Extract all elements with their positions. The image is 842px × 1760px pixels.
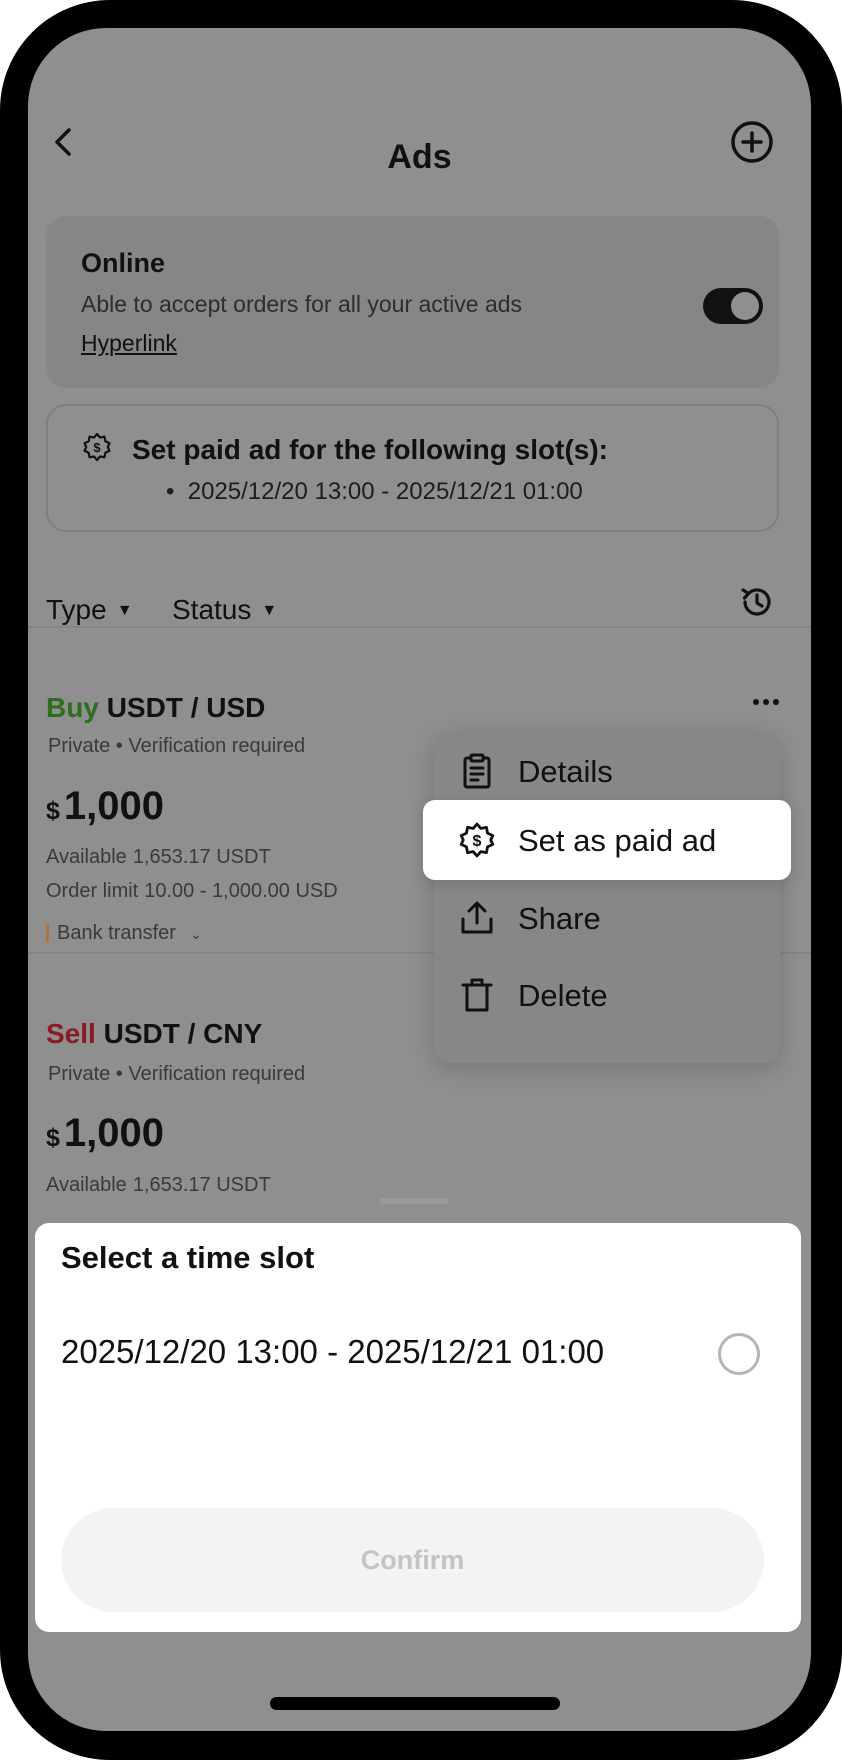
divider (28, 626, 811, 628)
ad-price: $1,000 (46, 784, 164, 829)
history-icon (741, 588, 771, 616)
caret-down-icon: ▼ (261, 602, 278, 619)
order-limit-value: 10.00 - 1,000.00 USD (144, 880, 338, 902)
ad-pair-title: Sell USDT / CNY (46, 1018, 262, 1050)
sheet-grabber[interactable] (380, 1198, 448, 1204)
paid-ad-title: Set paid ad for the following slot(s): (132, 434, 608, 465)
history-button[interactable] (737, 582, 777, 622)
add-ad-button[interactable] (728, 118, 776, 166)
payment-method-label: Bank transfer (57, 922, 176, 944)
ad-context-menu: Details $ Set as paid ad Share Delete (423, 732, 791, 1063)
paid-ad-slot: • 2025/12/20 13:00 - 2025/12/21 01:00 (166, 478, 583, 505)
share-icon (461, 901, 493, 934)
svg-text:$: $ (473, 833, 482, 850)
svg-text:$: $ (93, 440, 101, 455)
more-options-button[interactable] (746, 688, 786, 716)
more-horizontal-icon (753, 699, 779, 705)
payment-marker (46, 924, 49, 942)
menu-item-delete[interactable]: Delete (434, 963, 780, 1027)
paid-ad-slot-text: 2025/12/20 13:00 - 2025/12/21 01:00 (187, 478, 583, 505)
caret-down-icon: ▼ (116, 602, 133, 619)
paid-ad-notice: $ Set paid ad for the following slot(s):… (46, 404, 779, 532)
ad-available: Available 1,653.17 USDT (46, 1174, 271, 1197)
phone-frame: Ads Online Able to accept orders for all… (0, 0, 842, 1760)
menu-item-set-paid-ad[interactable]: $ Set as paid ad (423, 800, 791, 880)
ad-pair: USDT / USD (106, 692, 266, 723)
status-filter-label: Status (172, 594, 252, 625)
time-slot-option[interactable]: 2025/12/20 13:00 - 2025/12/21 01:00 (35, 1313, 801, 1393)
available-label: Available (46, 846, 127, 868)
type-filter[interactable]: Type ▼ (46, 594, 133, 626)
toggle-knob (731, 292, 759, 320)
time-slot-sheet: Select a time slot 2025/12/20 13:00 - 20… (35, 1223, 801, 1632)
menu-item-label: Details (518, 754, 613, 789)
ad-meta: Private • Verification required (48, 1063, 306, 1085)
ad-side-sell: Sell (46, 1018, 96, 1049)
type-filter-label: Type (46, 594, 107, 625)
menu-item-label: Share (518, 901, 601, 936)
dollar-badge-icon: $ (83, 432, 111, 462)
status-filter[interactable]: Status ▼ (172, 594, 277, 626)
online-hyperlink[interactable]: Hyperlink (81, 330, 177, 357)
ad-price-value: 1,000 (63, 784, 165, 828)
ad-pair-title: Buy USDT / USD (46, 692, 265, 724)
ad-pair: USDT / CNY (103, 1018, 263, 1049)
confirm-button[interactable]: Confirm (61, 1508, 764, 1612)
trash-icon (461, 978, 493, 1012)
ad-price: $1,000 (46, 1111, 164, 1156)
chevron-down-icon: ⌄ (189, 926, 202, 942)
order-limit-label: Order limit (46, 880, 139, 902)
menu-item-share[interactable]: Share (434, 886, 780, 950)
time-slot-label: 2025/12/20 13:00 - 2025/12/21 01:00 (61, 1333, 605, 1370)
app-screen: Ads Online Able to accept orders for all… (28, 28, 811, 1731)
page-title: Ads (387, 138, 452, 176)
home-indicator (270, 1697, 560, 1710)
ad-currency: $ (46, 1124, 60, 1152)
available-label: Available (46, 1174, 127, 1196)
menu-item-label: Set as paid ad (518, 823, 717, 858)
menu-item-label: Delete (518, 978, 608, 1013)
plus-circle-icon (731, 121, 773, 163)
ad-available: Available 1,653.17 USDT (46, 846, 271, 869)
available-value: 1,653.17 USDT (132, 846, 271, 868)
menu-item-details[interactable]: Details (434, 739, 780, 803)
time-slot-radio[interactable] (718, 1333, 760, 1375)
online-toggle[interactable] (703, 288, 763, 324)
dollar-badge-icon: $ (459, 822, 495, 858)
ad-side-buy: Buy (46, 692, 99, 723)
ad-order-limit: Order limit 10.00 - 1,000.00 USD (46, 880, 338, 903)
ad-meta: Private • Verification required (48, 735, 306, 757)
sheet-title: Select a time slot (61, 1240, 315, 1275)
ad-currency: $ (46, 797, 60, 825)
ad-price-value: 1,000 (63, 1111, 165, 1155)
online-title: Online (81, 248, 166, 278)
online-description: Able to accept orders for all your activ… (81, 291, 523, 317)
available-value: 1,653.17 USDT (132, 1174, 271, 1196)
clipboard-icon (463, 753, 491, 789)
payment-method[interactable]: Bank transfer ⌄ (46, 922, 202, 945)
online-status-card: Online Able to accept orders for all you… (46, 216, 779, 388)
